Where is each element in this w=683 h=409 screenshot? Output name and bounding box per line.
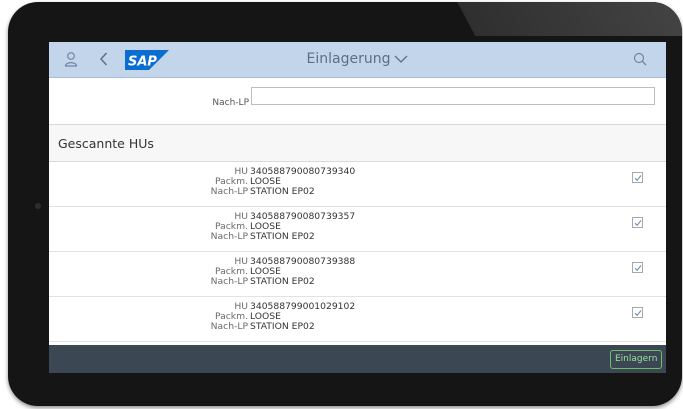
nach-lp-input[interactable] [251,87,655,105]
tablet-frame: SAP Einlagerung Nach-LP Gescannte HUs HU… [8,2,682,406]
nach-lp-value: STATION EP02 [250,231,315,242]
shell-bar: SAP Einlagerung [49,42,666,78]
checkmark-icon [634,220,642,227]
nach-lp-item-label: Nach-LP [210,276,248,287]
checkmark-icon [634,310,642,317]
nach-lp-item-label: Nach-LP [210,321,248,332]
nach-lp-field-row: Nach-LP [49,78,666,125]
checkmark-icon [634,175,642,182]
nach-lp-item-label: Nach-LP [210,231,248,242]
section-header: Gescannte HUs [49,125,666,162]
app-title: Einlagerung [306,51,391,67]
nach-lp-value: STATION EP02 [250,186,315,197]
item-checkbox[interactable] [632,217,643,228]
item-checkbox[interactable] [632,262,643,273]
tablet-camera [35,203,41,209]
scanned-hu-list: HU 340588790080739340 Packm. LOOSE Nach-LP… [49,162,666,342]
app-title-menu[interactable]: Einlagerung [49,51,666,67]
list-item: HU 340588790080739388 Packm. LOOSE Nach-LP… [49,252,666,297]
nach-lp-value: STATION EP02 [250,276,315,287]
list-item: HU 340588790080739357 Packm. LOOSE Nach-LP… [49,207,666,252]
list-item: HU 340588790080739340 Packm. LOOSE Nach-LP… [49,162,666,207]
tablet-glare [454,2,682,36]
item-checkbox[interactable] [632,172,643,183]
footer-toolbar: Einlagern [49,345,666,373]
nach-lp-value: STATION EP02 [250,321,315,332]
einlagern-button[interactable]: Einlagern [610,350,663,369]
app-screen: SAP Einlagerung Nach-LP Gescannte HUs HU… [49,42,666,373]
nach-lp-label: Nach-LP [212,98,249,108]
nach-lp-item-label: Nach-LP [210,186,248,197]
chevron-down-icon [395,55,408,63]
item-checkbox[interactable] [632,307,643,318]
section-title: Gescannte HUs [58,136,154,151]
checkmark-icon [634,265,642,272]
list-item: HU 340588799001029102 Packm. LOOSE Nach-LP… [49,297,666,342]
search-icon[interactable] [632,51,648,67]
